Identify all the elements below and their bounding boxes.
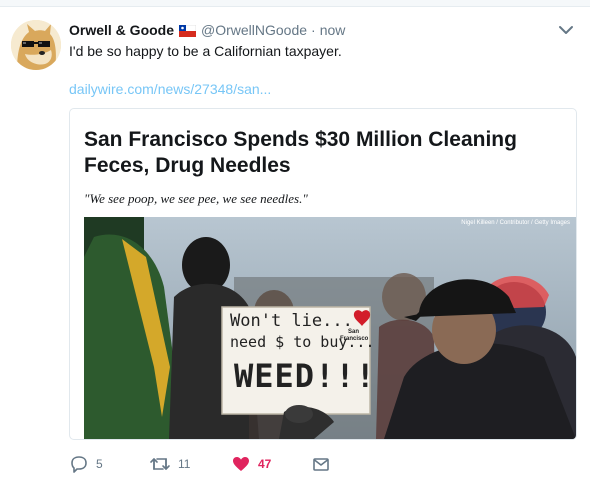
sign-line-3: WEED!!! [234,357,376,395]
like-button[interactable]: 47 [231,452,271,476]
tweet-header: Orwell & Goode @OrwellNGoode · now [69,20,345,40]
card-title: San Francisco Spends $30 Million Cleanin… [84,128,517,177]
reply-icon [71,456,87,473]
direct-message-button[interactable] [311,452,331,476]
envelope-icon [313,458,329,471]
chevron-down-icon[interactable] [556,20,576,40]
card-image[interactable]: Nigel Killeen / Contributor / Getty Imag… [84,217,576,439]
heart-icon [233,457,249,471]
link-card[interactable]: San Francisco Spends $30 Million Cleanin… [69,108,577,440]
user-handle[interactable]: @OrwellNGoode [201,22,307,38]
image-credit: Nigel Killeen / Contributor / Getty Imag… [461,220,570,226]
tweet-text: I'd be so happy to be a Californian taxp… [69,43,342,59]
sign-line-1: Won't lie... [230,311,353,331]
sign-corner-label-2: Francisco [340,336,369,342]
card-subtitle: "We see poop, we see pee, we see needles… [84,191,308,206]
timestamp[interactable]: now [320,22,346,38]
tweet-actions: 5 11 47 [69,452,569,476]
retweet-button[interactable]: 11 [149,452,190,476]
header-separator: · [311,22,316,38]
like-count: 47 [258,457,272,471]
chile-flag-icon [178,24,197,38]
display-name[interactable]: Orwell & Goode [69,22,174,38]
reply-count: 5 [96,457,103,471]
article-link[interactable]: dailywire.com/news/27348/san... [69,81,271,97]
avatar[interactable] [11,20,61,70]
retweet-icon [150,458,170,470]
retweet-count: 11 [178,457,191,471]
sign-corner-label-1: San [348,329,360,335]
doge-avatar [11,20,61,70]
reply-button[interactable]: 5 [69,452,103,476]
top-divider [0,0,590,7]
